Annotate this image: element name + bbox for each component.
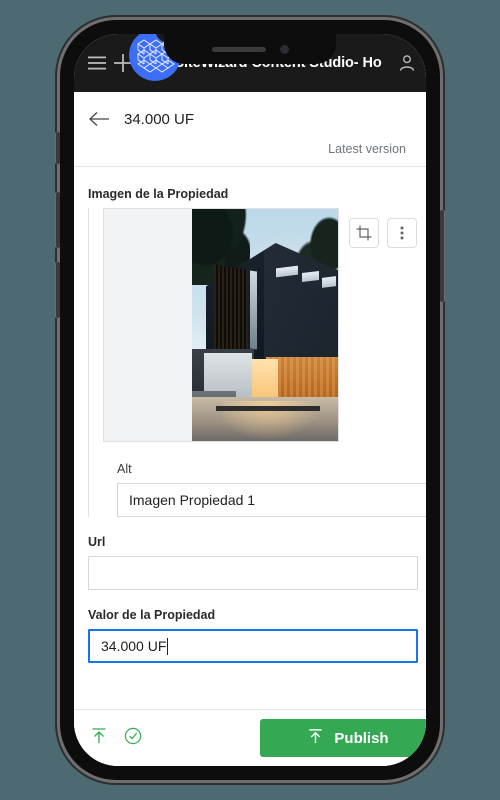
- timber-screen-wall: [214, 264, 248, 354]
- url-field-group: Url: [74, 535, 426, 590]
- form-body: Imagen de la Propiedad Alt Imagen Propie…: [74, 167, 426, 766]
- earpiece-speaker: [211, 46, 266, 52]
- image-block-rail: Alt Imagen Propiedad 1: [88, 208, 426, 517]
- publish-button[interactable]: Publish: [260, 719, 426, 757]
- document-title-row: 34.000 UF: [88, 104, 412, 134]
- text-cursor: [167, 637, 169, 655]
- alt-field-label: Alt: [117, 462, 132, 476]
- upload-arrow-icon: [307, 728, 324, 749]
- value-input-text: 34.000 UF: [101, 638, 167, 654]
- bottom-action-bar: Publish: [74, 709, 426, 766]
- phone-volume-down-button[interactable]: [55, 262, 60, 318]
- back-arrow-icon[interactable]: [88, 111, 110, 127]
- page-title: 34.000 UF: [124, 110, 195, 128]
- url-field-label: Url: [88, 535, 106, 549]
- check-circle-icon[interactable]: [124, 727, 142, 750]
- version-status-label: Latest version: [328, 142, 406, 156]
- user-account-icon[interactable]: [394, 50, 420, 76]
- version-row: Latest version: [88, 134, 412, 166]
- alt-input[interactable]: Imagen Propiedad 1: [117, 483, 426, 517]
- phone-silent-switch[interactable]: [55, 132, 60, 164]
- document-header: 34.000 UF Latest version: [74, 92, 426, 166]
- publish-button-label: Publish: [334, 729, 389, 747]
- front-camera: [279, 44, 289, 54]
- image-preview[interactable]: [103, 208, 339, 442]
- hamburger-menu-icon[interactable]: [84, 50, 110, 76]
- phone-power-button[interactable]: [440, 210, 445, 302]
- property-photo: [192, 209, 338, 441]
- phone-frame: SiteWizard Content Studio- Ho 34.000 UF: [55, 20, 445, 780]
- step-shadow: [216, 406, 320, 411]
- tall-window: [250, 270, 257, 350]
- value-field-label: Valor de la Propiedad: [88, 608, 216, 622]
- image-field-label: Imagen de la Propiedad: [88, 187, 229, 201]
- image-field-block: Imagen de la Propiedad Alt Imagen Propie…: [74, 187, 426, 517]
- more-vertical-icon[interactable]: [387, 218, 417, 248]
- publish-upload-icon[interactable]: [90, 727, 108, 750]
- clerestory-window-3: [322, 276, 336, 288]
- value-input[interactable]: 34.000 UF: [88, 629, 418, 663]
- phone-notch: [164, 34, 336, 64]
- phone-screen: SiteWizard Content Studio- Ho 34.000 UF: [74, 34, 426, 766]
- crop-icon[interactable]: [349, 218, 379, 248]
- image-toolbar: [349, 208, 417, 248]
- value-field-group: Valor de la Propiedad 34.000 UF: [74, 608, 426, 663]
- alt-field-group: Alt Imagen Propiedad 1: [103, 462, 426, 517]
- phone-volume-up-button[interactable]: [55, 192, 60, 248]
- url-input[interactable]: [88, 556, 418, 590]
- bottom-left-icons: [90, 727, 142, 750]
- image-preview-row: [103, 208, 426, 442]
